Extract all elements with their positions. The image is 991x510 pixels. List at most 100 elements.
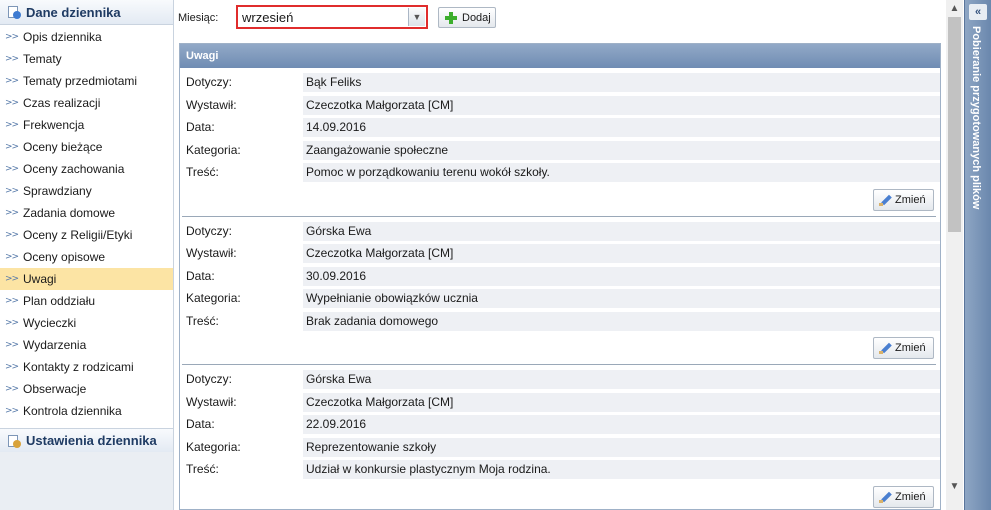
note-field-data: Data: 22.09.2016 bbox=[182, 414, 940, 437]
field-label: Data: bbox=[186, 268, 215, 283]
sidebar-item[interactable]: >> Opis dziennika bbox=[0, 26, 173, 48]
pencil-icon bbox=[879, 342, 891, 354]
downloads-panel-title: Pobieranie przygotowanych plików bbox=[970, 26, 982, 210]
note-field-tresc: Treść: Pomoc w porządkowaniu terenu wokół… bbox=[182, 162, 940, 185]
note-field-kategoria: Kategoria: Reprezentowanie szkoły bbox=[182, 437, 940, 460]
double-chevron-right-icon: >> bbox=[5, 230, 19, 240]
add-button-label: Dodaj bbox=[462, 11, 491, 24]
sidebar-item-label: Kontakty z rodzicami bbox=[23, 360, 134, 374]
field-value: Brak zadania domowego bbox=[303, 311, 940, 331]
double-chevron-right-icon: >> bbox=[5, 186, 19, 196]
field-label: Data: bbox=[186, 120, 215, 134]
double-chevron-left-icon[interactable]: « bbox=[969, 4, 987, 20]
field-value: 30.09.2016 bbox=[303, 266, 940, 286]
toolbar: Miesiąc: wrzesień ▼ Dodaj bbox=[174, 0, 946, 40]
edit-button-label: Zmień bbox=[895, 193, 926, 206]
field-label: Kategoria: bbox=[186, 291, 241, 305]
section-ustawienia-dziennika[interactable]: Ustawienia dziennika bbox=[0, 428, 173, 453]
edit-button[interactable]: Zmień bbox=[873, 485, 934, 508]
plus-icon bbox=[445, 11, 457, 24]
field-value: Pomoc w porządkowaniu terenu wokół szkoł… bbox=[303, 163, 940, 182]
note-field-data: Data: 14.09.2016 bbox=[182, 117, 940, 140]
downloads-side-panel[interactable]: « Pobieranie przygotowanych plików bbox=[964, 0, 991, 510]
sidebar-item[interactable]: >> Sprawdziany bbox=[0, 180, 173, 202]
scroll-thumb[interactable] bbox=[948, 17, 961, 232]
sidebar-item[interactable]: >> Wycieczki bbox=[0, 312, 173, 334]
field-value: 22.09.2016 bbox=[303, 415, 940, 434]
sidebar-item-label: Tematy przedmiotami bbox=[23, 74, 138, 88]
note-field-kategoria: Kategoria: Zaangażowanie społeczne bbox=[182, 140, 940, 163]
double-chevron-right-icon: >> bbox=[5, 340, 19, 350]
note-field-wystawil: Wystawił: Czeczotka Małgorzata [CM] bbox=[182, 243, 940, 266]
sidebar-item-label: Kontrola dziennika bbox=[23, 404, 122, 418]
field-label: Wystawił: bbox=[186, 246, 237, 260]
sidebar-item[interactable]: >> Tematy bbox=[0, 48, 173, 70]
sidebar-item-label: Oceny z Religii/Etyki bbox=[23, 228, 133, 242]
sidebar-item[interactable]: >> Czas realizacji bbox=[0, 92, 173, 114]
sidebar-item[interactable]: >> Frekwencja bbox=[0, 114, 173, 136]
sidebar-menu: >> Opis dziennika >> Tematy >> Tematy przedmi… bbox=[0, 25, 173, 422]
panel-title: Uwagi bbox=[186, 50, 219, 62]
note-card: Dotyczy: Bąk Feliks Wystawił: Czeczotka Mał… bbox=[180, 68, 940, 215]
field-value: Wypełnianie obowiązków ucznia bbox=[303, 289, 940, 308]
note-card: Dotyczy: Górska Ewa Wystawił: Czeczotka Mał… bbox=[180, 217, 940, 364]
field-value: Udział w konkursie plastycznym Moja rodz… bbox=[303, 460, 940, 479]
sidebar-item[interactable]: >> Obserwacje bbox=[0, 378, 173, 400]
field-label: Treść: bbox=[186, 313, 219, 328]
scroll-up-icon[interactable]: ▲ bbox=[946, 0, 963, 17]
month-label: Miesiąc: bbox=[178, 12, 219, 24]
double-chevron-right-icon: >> bbox=[5, 120, 19, 130]
journal-settings-icon bbox=[7, 434, 21, 448]
sidebar-item-label: Sprawdziany bbox=[23, 184, 92, 198]
sidebar-item[interactable]: >> Kontrola dziennika bbox=[0, 400, 173, 422]
sidebar-item[interactable]: >> Zadania domowe bbox=[0, 202, 173, 224]
edit-button[interactable]: Zmień bbox=[873, 337, 934, 359]
sidebar-item-label: Wycieczki bbox=[23, 316, 77, 330]
sidebar-item[interactable]: >> Kontakty z rodzicami bbox=[0, 356, 173, 378]
field-value: Czeczotka Małgorzata [CM] bbox=[303, 95, 940, 115]
month-select[interactable]: wrzesień ▼ bbox=[236, 5, 428, 29]
field-label: Dotyczy: bbox=[186, 372, 233, 386]
note-field-wystawil: Wystawił: Czeczotka Małgorzata [CM] bbox=[182, 95, 940, 118]
field-value: Bąk Feliks bbox=[303, 73, 940, 92]
scrollbar[interactable]: ▲ ▼ bbox=[946, 0, 963, 510]
double-chevron-right-icon: >> bbox=[5, 252, 19, 262]
edit-button-label: Zmień bbox=[895, 342, 926, 354]
section-title: Ustawienia dziennika bbox=[26, 433, 157, 448]
pencil-icon bbox=[879, 194, 891, 206]
sidebar-item-label: Oceny bieżące bbox=[23, 140, 103, 154]
field-value: Czeczotka Małgorzata [CM] bbox=[303, 392, 940, 412]
field-label: Wystawił: bbox=[186, 394, 237, 409]
field-label: Kategoria: bbox=[186, 439, 241, 454]
sidebar-item[interactable]: >> Tematy przedmiotami bbox=[0, 70, 173, 92]
double-chevron-right-icon: >> bbox=[5, 54, 19, 64]
sidebar-item-label: Zadania domowe bbox=[23, 206, 116, 220]
sidebar-item[interactable]: >> Plan oddziału bbox=[0, 290, 173, 312]
sidebar-item[interactable]: >> Oceny zachowania bbox=[0, 158, 173, 180]
section-dane-dziennika[interactable]: Dane dziennika bbox=[0, 0, 173, 25]
scroll-down-icon[interactable]: ▼ bbox=[946, 478, 963, 495]
sidebar-item-label: Oceny zachowania bbox=[23, 162, 125, 176]
note-field-wystawil: Wystawił: Czeczotka Małgorzata [CM] bbox=[182, 392, 940, 415]
sidebar-item[interactable]: >> Wydarzenia bbox=[0, 334, 173, 356]
pencil-icon bbox=[879, 491, 891, 503]
sidebar-item[interactable]: >> Oceny opisowe bbox=[0, 246, 173, 268]
field-label: Treść: bbox=[186, 462, 219, 476]
edit-button[interactable]: Zmień bbox=[873, 188, 934, 211]
field-value: Górska Ewa bbox=[303, 370, 940, 389]
field-value: Zaangażowanie społeczne bbox=[303, 140, 940, 160]
double-chevron-right-icon: >> bbox=[5, 406, 19, 416]
sidebar-item[interactable]: >> Uwagi bbox=[0, 268, 173, 290]
note-field-kategoria: Kategoria: Wypełnianie obowiązków ucznia bbox=[182, 288, 940, 311]
add-button[interactable]: Dodaj bbox=[438, 7, 496, 28]
sidebar-item-label: Wydarzenia bbox=[23, 338, 87, 352]
sidebar-item[interactable]: >> Oceny bieżące bbox=[0, 136, 173, 158]
panel-header: Uwagi bbox=[180, 44, 940, 68]
sidebar-item-label: Frekwencja bbox=[23, 118, 85, 132]
double-chevron-right-icon: >> bbox=[5, 318, 19, 328]
sidebar-item[interactable]: >> Oceny z Religii/Etyki bbox=[0, 224, 173, 246]
chevron-down-icon[interactable]: ▼ bbox=[408, 8, 425, 26]
note-field-dotyczy: Dotyczy: Górska Ewa bbox=[182, 369, 940, 392]
double-chevron-right-icon: >> bbox=[5, 32, 19, 42]
field-label: Dotyczy: bbox=[186, 75, 233, 89]
